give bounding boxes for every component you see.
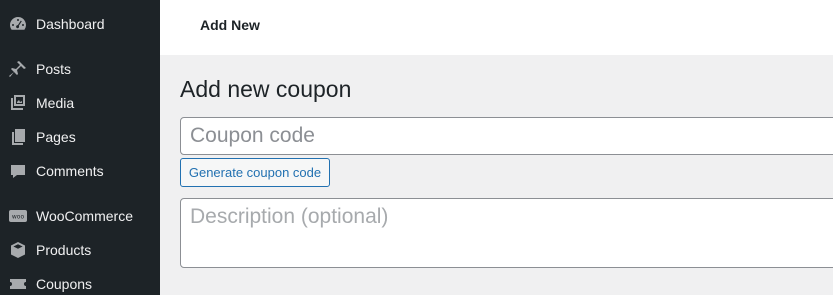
media-icon bbox=[8, 93, 28, 113]
pin-icon bbox=[8, 59, 28, 79]
sidebar-item-posts[interactable]: Posts bbox=[0, 52, 160, 86]
sidebar-item-label: WooCommerce bbox=[36, 208, 133, 224]
woocommerce-icon: woo bbox=[8, 206, 28, 226]
sidebar-item-comments[interactable]: Comments bbox=[0, 154, 160, 188]
page-header: Add New bbox=[160, 0, 833, 55]
sidebar-item-dashboard[interactable]: Dashboard bbox=[0, 7, 160, 41]
sidebar-item-label: Products bbox=[36, 242, 92, 258]
sidebar-item-label: Dashboard bbox=[36, 16, 105, 32]
sidebar-item-label: Pages bbox=[36, 129, 76, 145]
sidebar-item-label: Coupons bbox=[36, 276, 93, 292]
sidebar-item-label: Posts bbox=[36, 61, 72, 77]
pages-icon bbox=[8, 127, 28, 147]
coupon-code-input[interactable] bbox=[180, 117, 833, 155]
sidebar-item-label: Media bbox=[36, 95, 75, 111]
sidebar-item-label: Comments bbox=[36, 163, 104, 179]
page-title: Add new coupon bbox=[180, 76, 352, 102]
sidebar-item-coupons[interactable]: Coupons bbox=[0, 267, 160, 295]
sidebar-item-products[interactable]: Products bbox=[0, 233, 160, 267]
add-new-tab[interactable]: Add New bbox=[200, 16, 260, 34]
svg-text:woo: woo bbox=[12, 214, 25, 221]
generate-coupon-code-button[interactable]: Generate coupon code bbox=[180, 158, 330, 187]
sidebar-item-media[interactable]: Media bbox=[0, 86, 160, 120]
sidebar-item-woocommerce[interactable]: woo WooCommerce bbox=[0, 199, 160, 233]
description-field[interactable] bbox=[180, 198, 833, 268]
dashboard-icon bbox=[8, 14, 28, 34]
comments-icon bbox=[8, 161, 28, 181]
products-icon bbox=[8, 240, 28, 260]
admin-sidebar: Dashboard Posts Media Pages Comments woo… bbox=[0, 0, 160, 295]
coupons-icon bbox=[8, 274, 28, 294]
sidebar-item-pages[interactable]: Pages bbox=[0, 120, 160, 154]
